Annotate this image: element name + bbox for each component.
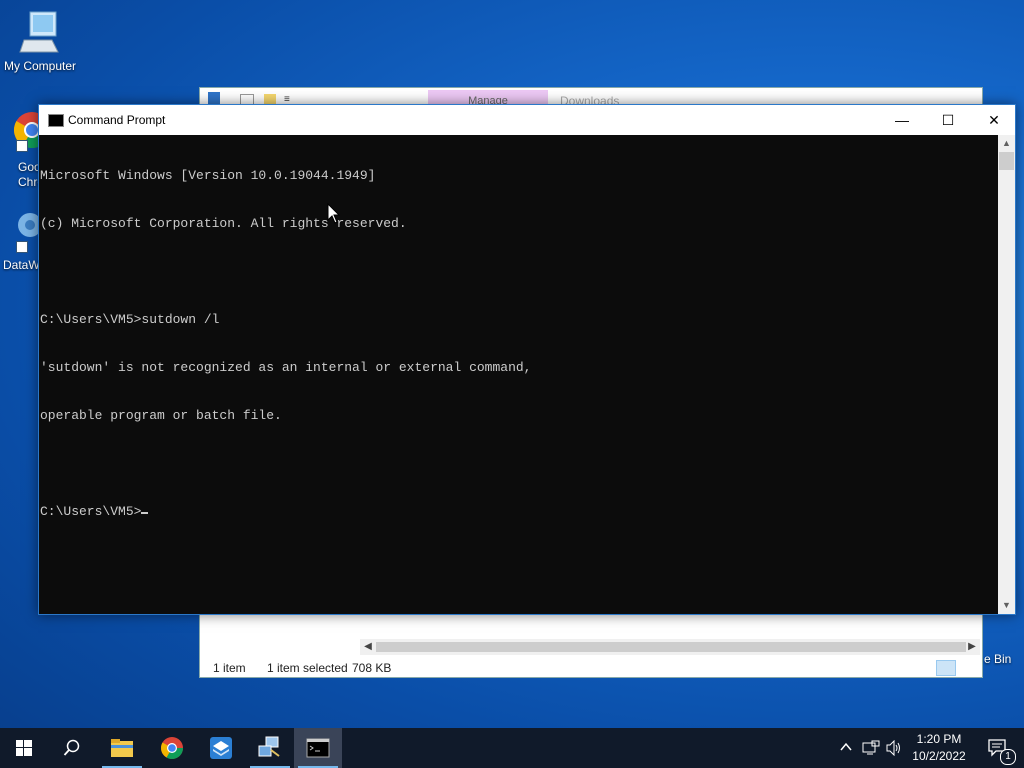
clock-date[interactable]: 10/2/2022 [908, 749, 970, 763]
file-explorer-icon [111, 739, 133, 757]
volume-icon[interactable] [886, 740, 904, 756]
scroll-right-icon[interactable]: ▶ [964, 639, 980, 655]
scroll-down-icon[interactable]: ▼ [998, 597, 1015, 614]
start-button[interactable] [0, 728, 48, 768]
network-icon[interactable] [862, 740, 880, 756]
command-prompt-icon [306, 738, 330, 758]
window-title: Command Prompt [68, 113, 166, 127]
console-prompt-line[interactable]: C:\Users\VM5> [40, 504, 1000, 520]
chevron-up-icon[interactable] [839, 740, 853, 754]
taskbar-file-explorer[interactable] [98, 728, 146, 768]
network-app-icon [258, 736, 280, 757]
shortcut-arrow-icon [16, 140, 28, 152]
windows-logo-icon [16, 740, 32, 756]
mouse-pointer-icon [327, 203, 341, 224]
scroll-up-icon[interactable]: ▲ [998, 135, 1015, 152]
console-line: (c) Microsoft Corporation. All rights re… [40, 216, 407, 231]
close-button[interactable]: ✕ [971, 105, 1017, 135]
command-prompt-window[interactable]: Command Prompt — ☐ ✕ Microsoft Windows [… [38, 104, 1016, 615]
search-icon [63, 739, 80, 756]
scrollbar-thumb[interactable] [999, 152, 1014, 170]
console-output[interactable]: Microsoft Windows [Version 10.0.19044.19… [39, 135, 1000, 614]
large-icons-view-icon[interactable] [958, 660, 978, 676]
scrollbar-thumb[interactable] [376, 642, 966, 652]
chrome-icon [161, 737, 183, 759]
shortcut-arrow-icon [16, 241, 28, 253]
minimize-button[interactable]: — [879, 105, 925, 135]
title-bar[interactable]: Command Prompt — ☐ ✕ [39, 105, 1015, 135]
vertical-scrollbar[interactable]: ▲ ▼ [998, 135, 1015, 614]
text-cursor [141, 512, 149, 514]
console-line: operable program or batch file. [40, 408, 282, 423]
console-prompt: C:\Users\VM5> [40, 504, 142, 519]
selected-count: 1 item selected [267, 661, 348, 675]
download-arrow-icon[interactable] [208, 92, 220, 104]
desktop-icon-label: DataW [3, 258, 40, 272]
app-icon [210, 737, 232, 759]
action-center-button[interactable]: 1 [976, 728, 1020, 768]
desktop-icon-recycle-bin[interactable]: e Bin [984, 652, 1011, 666]
selected-size: 708 KB [352, 661, 392, 675]
details-view-icon[interactable] [936, 660, 956, 676]
command-prompt-icon [48, 114, 64, 127]
computer-icon [19, 11, 59, 53]
console-line: Microsoft Windows [Version 10.0.19044.19… [40, 168, 376, 183]
taskbar-network-app[interactable] [246, 728, 294, 768]
scroll-left-icon[interactable]: ◀ [360, 639, 376, 655]
desktop-icon-label: My Computer [3, 59, 77, 73]
notification-badge: 1 [1000, 749, 1016, 765]
console-line: 'sutdown' is not recognized as an intern… [40, 360, 532, 375]
taskbar-app[interactable] [197, 728, 245, 768]
horizontal-scrollbar[interactable]: ◀ ▶ [360, 639, 980, 655]
taskbar: 1:20 PM 10/2/2022 1 [0, 728, 1024, 768]
item-count: 1 item [213, 661, 246, 675]
status-bar: 1 item 1 item selected 708 KB [200, 658, 982, 678]
maximize-button[interactable]: ☐ [925, 105, 971, 135]
search-button[interactable] [48, 728, 96, 768]
console-line: C:\Users\VM5>sutdown /l [40, 312, 220, 327]
desktop-icon-my-computer[interactable]: My Computer [2, 10, 78, 73]
clock-time[interactable]: 1:20 PM [910, 732, 968, 746]
taskbar-chrome[interactable] [148, 728, 196, 768]
taskbar-command-prompt[interactable] [294, 728, 342, 768]
